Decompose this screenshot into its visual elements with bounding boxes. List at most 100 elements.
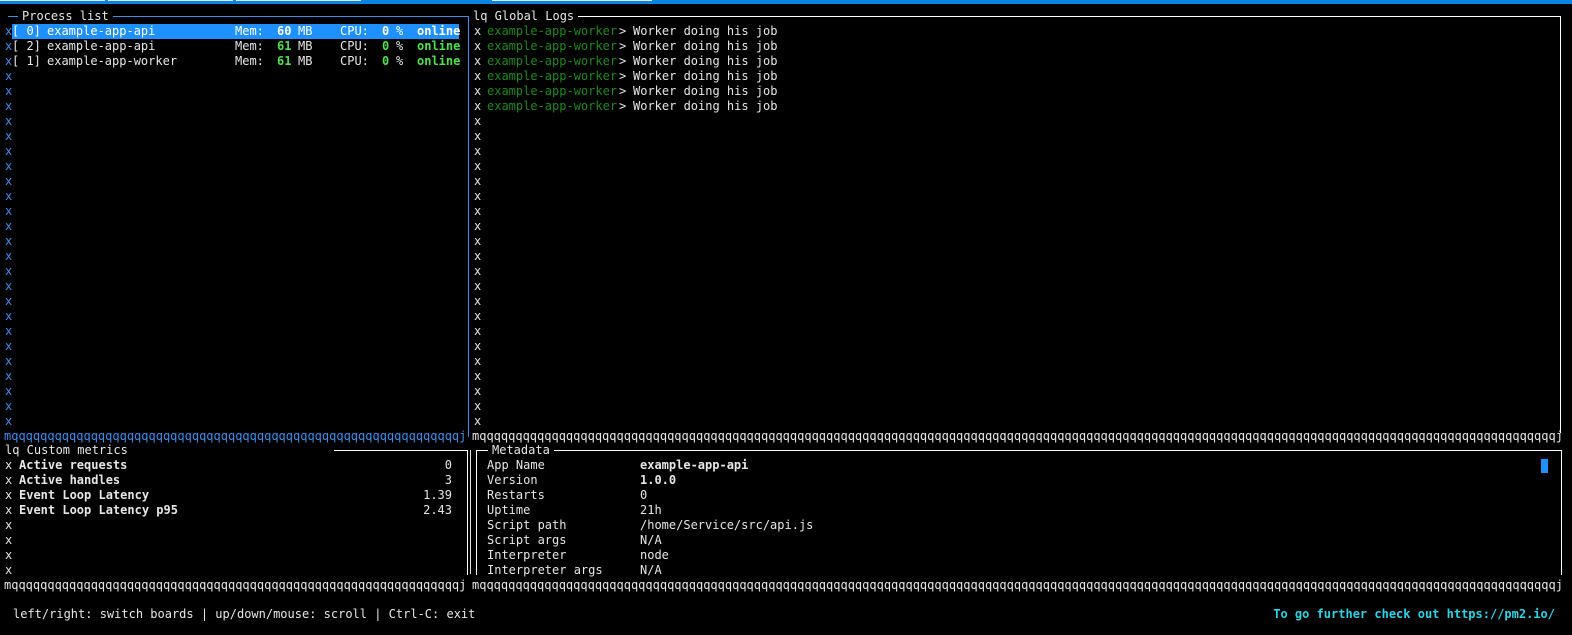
border-corner-br: j	[459, 429, 467, 443]
process-id: [ 0]	[12, 24, 41, 38]
empty-row: x	[0, 533, 460, 548]
empty-row: x	[0, 234, 462, 249]
empty-row: x	[0, 518, 460, 533]
metadata-value: /home/Service/src/api.js	[640, 518, 814, 532]
cpu-unit: %	[396, 39, 404, 53]
cpu-value: 0	[382, 39, 390, 53]
metadata-key: Interpreter args	[487, 563, 603, 577]
row-gutter: x	[5, 533, 13, 547]
metric-name: Active requests	[19, 458, 128, 472]
empty-row: x	[0, 69, 462, 84]
metric-name: Event Loop Latency p95	[19, 503, 178, 517]
metric-value: 3	[444, 473, 452, 487]
row-gutter: x	[5, 354, 13, 368]
mem-label: Mem:	[235, 54, 264, 68]
row-gutter: x	[474, 219, 482, 233]
process-id: [ 1]	[12, 54, 41, 68]
empty-log-row: x	[470, 129, 1550, 144]
metadata-key: Restarts	[487, 488, 545, 502]
global-logs-panel[interactable]: lq Global Logs x example-app-worker > Worke…	[468, 9, 1572, 439]
row-gutter: x	[474, 414, 482, 428]
metadata-panel[interactable]: Metadata App Name example-app-api Version 1…	[470, 443, 1572, 577]
row-gutter: x	[474, 84, 482, 98]
row-gutter: x	[474, 69, 482, 83]
tab-strip-segment	[0, 0, 105, 1]
process-name: example-app-api	[47, 39, 156, 53]
row-gutter: x	[5, 159, 13, 173]
metric-name: Active handles	[19, 473, 121, 487]
row-gutter: x	[5, 204, 13, 218]
row-gutter: x	[5, 518, 13, 532]
empty-row: x	[0, 339, 462, 354]
row-gutter: x	[5, 219, 13, 233]
log-entry: x example-app-worker > Worker doing his job	[470, 39, 1550, 54]
row-gutter: x	[5, 99, 13, 113]
row-gutter: x	[474, 129, 482, 143]
process-list-panel[interactable]: Process list x [ 0] example-app-api Mem: 60 M…	[0, 9, 470, 439]
cpu-unit: %	[396, 54, 404, 68]
log-message: Worker doing his job	[633, 69, 778, 83]
process-name: example-app-worker	[47, 54, 178, 68]
log-app-name: example-app-worker	[487, 54, 618, 68]
empty-row: x	[0, 369, 462, 384]
log-entry: x example-app-worker > Worker doing his job	[470, 99, 1550, 114]
empty-row: x	[0, 219, 462, 234]
metric-row: x Active requests 0	[0, 458, 460, 473]
empty-log-row: x	[470, 414, 1550, 429]
empty-log-row: x	[470, 189, 1550, 204]
metadata-field: Interpreter args N/A	[470, 563, 1550, 578]
mem-value: 61	[277, 54, 292, 68]
cpu-label: CPU:	[340, 39, 369, 53]
row-gutter: x	[5, 264, 13, 278]
log-message: Worker doing his job	[633, 99, 778, 113]
metadata-value: 0	[640, 488, 648, 502]
empty-log-row: x	[470, 324, 1550, 339]
tab-strip-segment	[108, 0, 233, 1]
status-badge: online	[417, 24, 461, 38]
row-gutter: x	[5, 69, 13, 83]
empty-row: x	[0, 99, 462, 114]
empty-log-row: x	[470, 159, 1550, 174]
row-gutter: x	[5, 114, 13, 128]
cpu-value: 0	[382, 54, 390, 68]
metadata-field: App Name example-app-api	[470, 458, 1550, 473]
row-gutter: x	[474, 369, 482, 383]
border-horizontal: qqqqqqqqqqqqqqqqqqqqqqqqqqqqqqqqqqqqqqqq…	[11, 578, 460, 592]
process-name: example-app-api	[47, 24, 156, 38]
scroll-cursor[interactable]	[1541, 459, 1548, 473]
empty-log-row: x	[470, 294, 1550, 309]
row-gutter: x	[474, 324, 482, 338]
metric-row: x Event Loop Latency p95 2.43	[0, 503, 460, 518]
process-id: [ 2]	[12, 39, 41, 53]
process-row[interactable]: x[ 1] example-app-worker Mem: 61 MB CPU: 0% onl…	[0, 54, 462, 69]
log-message: Worker doing his job	[633, 24, 778, 38]
empty-row: x	[0, 279, 462, 294]
custom-metrics-panel[interactable]: lq Custom metrics x Active requests 0 x Acti…	[0, 443, 470, 577]
metadata-value: 21h	[640, 503, 662, 517]
row-gutter: x	[474, 309, 482, 323]
metric-value: 1.39	[423, 488, 452, 502]
empty-row: x	[0, 249, 462, 264]
empty-row: x	[0, 548, 460, 563]
metadata-key: App Name	[487, 458, 545, 472]
row-gutter: x	[5, 339, 13, 353]
row-gutter: x	[474, 399, 482, 413]
row-gutter: x	[474, 114, 482, 128]
process-row[interactable]: x[ 2] example-app-api Mem: 61 MB CPU: 0% online	[0, 39, 462, 54]
border-corner-br: j	[1555, 578, 1562, 592]
cpu-value: 0	[382, 24, 390, 38]
log-app-name: example-app-worker	[487, 39, 618, 53]
empty-log-row: x	[470, 339, 1550, 354]
log-separator: >	[619, 99, 627, 113]
empty-row: x	[0, 189, 462, 204]
metric-row: x Event Loop Latency 1.39	[0, 488, 460, 503]
log-message: Worker doing his job	[633, 84, 778, 98]
empty-log-row: x	[470, 264, 1550, 279]
row-gutter: x	[5, 144, 13, 158]
pm2-link[interactable]: To go further check out https://pm2.io/	[1273, 607, 1555, 622]
metric-name: Event Loop Latency	[19, 488, 150, 502]
row-gutter: x	[5, 384, 13, 398]
log-app-name: example-app-worker	[487, 24, 618, 38]
process-row[interactable]: x[ 0] example-app-api Mem: 60 MB CPU: 0% online	[0, 24, 462, 39]
panel-divider	[470, 450, 471, 574]
